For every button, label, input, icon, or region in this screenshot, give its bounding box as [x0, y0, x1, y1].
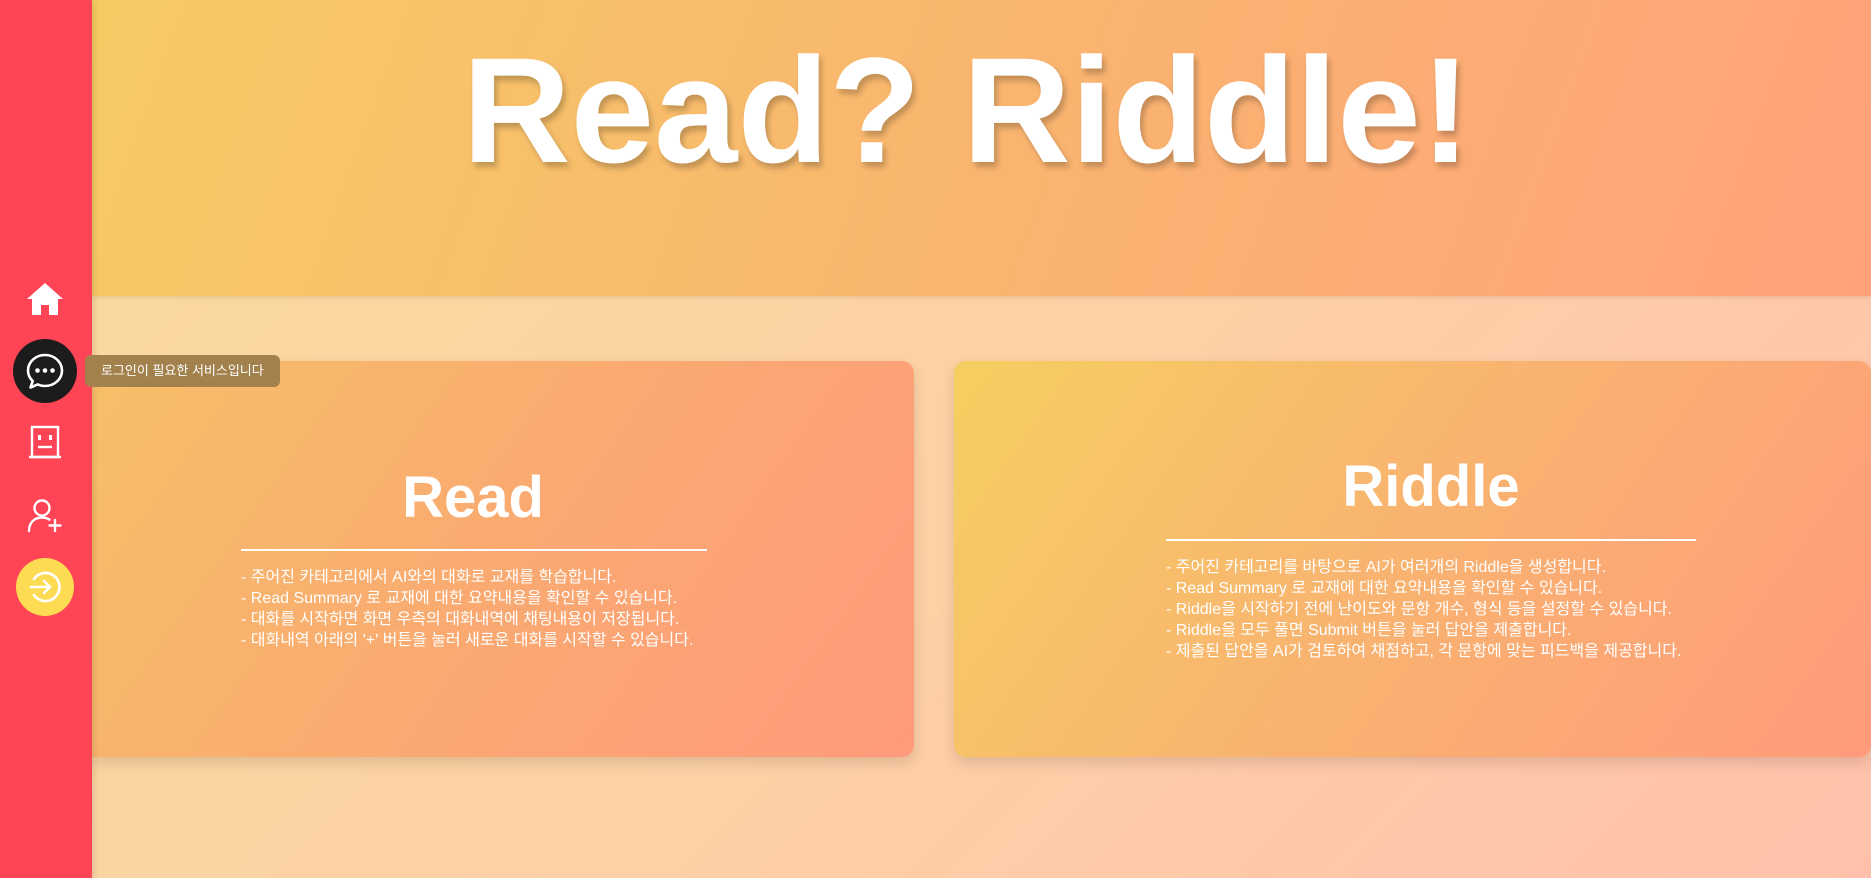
- riddle-card-divider: [1166, 539, 1696, 541]
- riddle-card-title: Riddle: [1342, 454, 1520, 519]
- home-button[interactable]: [13, 267, 77, 331]
- read-card-title: Read: [402, 465, 544, 530]
- robot-button[interactable]: [13, 411, 77, 475]
- riddle-card-line: - 주어진 카테고리를 바탕으로 AI가 여러개의 Riddle을 생성합니다.: [1166, 559, 1606, 576]
- login-required-tooltip: 로그인이 필요한 서비스입니다: [85, 355, 280, 387]
- riddle-card-line: - 제출된 답안을 AI가 검토하여 채점하고, 각 문항에 맞는 피드백을 제…: [1166, 643, 1682, 660]
- riddle-card-description: - 주어진 카테고리를 바탕으로 AI가 여러개의 Riddle을 생성합니다.…: [1166, 557, 1681, 662]
- read-card-line: - 대화를 시작하면 화면 우측의 대화내역에 채팅내용이 저장됩니다.: [241, 611, 680, 628]
- user-add-icon: [27, 499, 62, 533]
- read-card-line: - 주어진 카테고리에서 AI와의 대화로 교재를 학습합니다.: [241, 569, 617, 586]
- robot-icon: [29, 425, 61, 459]
- login-button[interactable]: [16, 558, 74, 616]
- login-icon: [29, 571, 61, 603]
- read-card-line: - 대화내역 아래의 '+' 버튼을 눌러 새로운 대화를 시작할 수 있습니다…: [241, 632, 694, 649]
- page-title: Read? Riddle!: [462, 26, 1471, 194]
- riddle-card-line: - Riddle을 시작하기 전에 난이도와 문항 개수, 형식 등을 설정할 …: [1166, 601, 1672, 618]
- hero-banner: Read? Riddle!: [92, 0, 1871, 296]
- read-card[interactable]: Read - 주어진 카테고리에서 AI와의 대화로 교재를 학습합니다. - …: [92, 361, 914, 757]
- sidebar: [0, 0, 92, 878]
- riddle-card-line: - Read Summary 로 교재에 대한 요약내용을 확인할 수 있습니다…: [1166, 580, 1603, 597]
- chat-bubble-icon: [26, 353, 64, 389]
- read-card-description: - 주어진 카테고리에서 AI와의 대화로 교재를 학습합니다. - Read …: [241, 567, 693, 651]
- signup-button[interactable]: [13, 483, 77, 547]
- home-icon: [27, 283, 63, 315]
- read-card-line: - Read Summary 로 교재에 대한 요약내용을 확인할 수 있습니다…: [241, 590, 678, 607]
- chat-button[interactable]: [13, 339, 77, 403]
- riddle-card[interactable]: Riddle - 주어진 카테고리를 바탕으로 AI가 여러개의 Riddle을…: [954, 361, 1871, 757]
- read-card-divider: [241, 549, 707, 551]
- riddle-card-line: - Riddle을 모두 풀면 Submit 버튼을 눌러 답안을 제출합니다.: [1166, 622, 1572, 639]
